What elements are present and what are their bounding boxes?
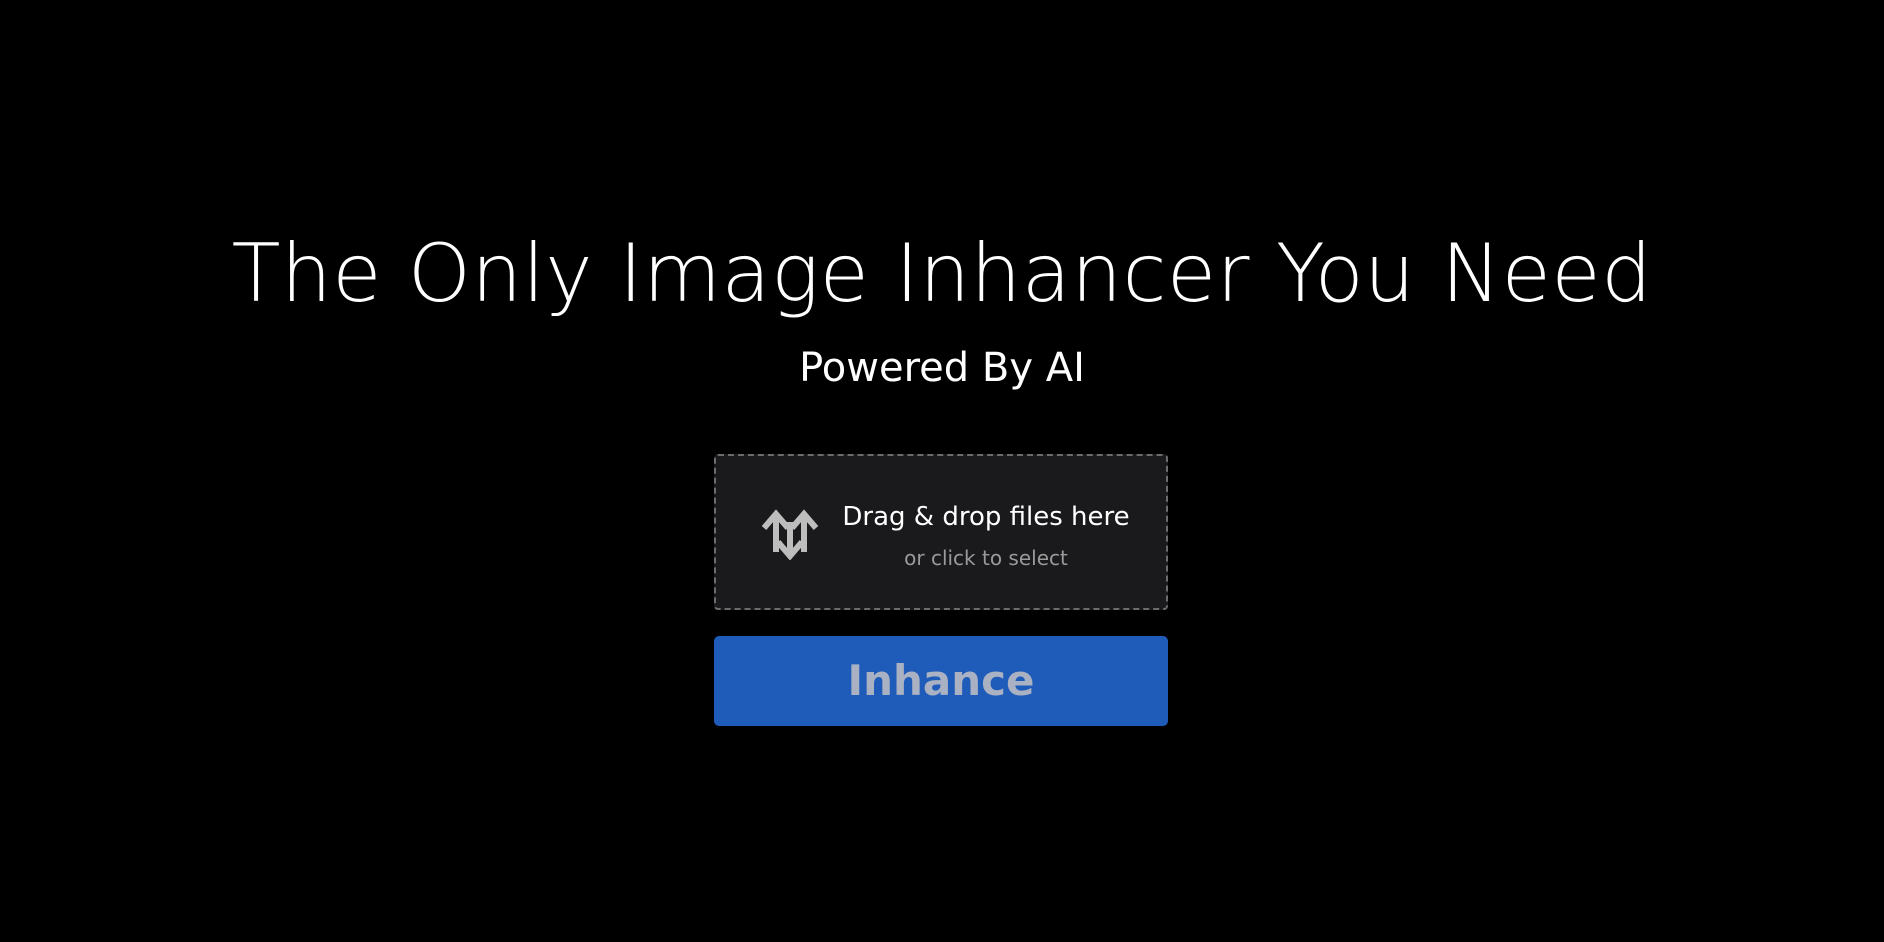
dropzone-hint: or click to select (904, 546, 1068, 570)
page-subtitle: Powered By AI (799, 345, 1085, 391)
inhance-button[interactable]: Inhance (714, 636, 1168, 726)
file-dropzone[interactable]: Drag & drop files here or click to selec… (714, 454, 1168, 610)
upload-arrows-icon (761, 509, 819, 560)
page-title: The Only Image Inhancer You Need (231, 227, 1653, 320)
dropzone-title: Drag & drop files here (842, 502, 1130, 532)
